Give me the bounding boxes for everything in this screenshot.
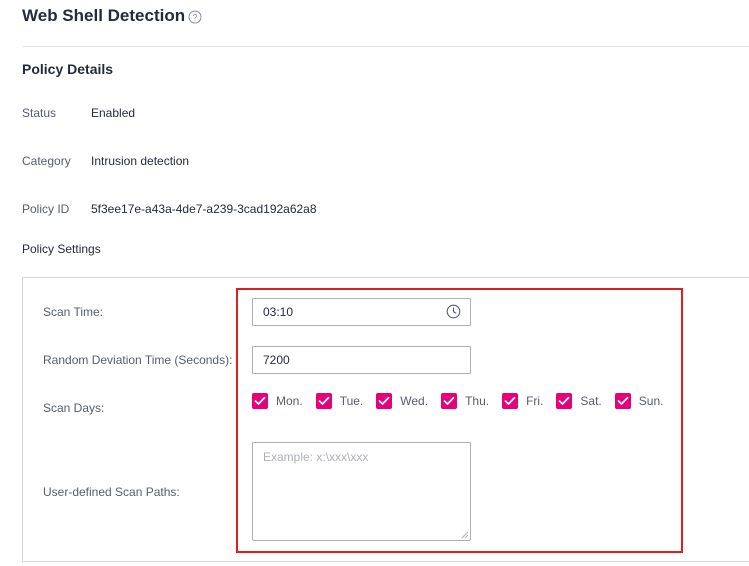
clock-icon[interactable]	[446, 304, 461, 319]
checkmark-icon[interactable]	[502, 393, 519, 409]
day-checkbox-sat[interactable]: Sat.	[556, 393, 602, 409]
day-checkbox-tue[interactable]: Tue.	[315, 393, 364, 409]
policy-id-label: Policy ID	[22, 202, 70, 216]
header-divider	[22, 46, 749, 47]
policy-id-value: 5f3ee17e-a43a-4de7-a239-3cad192a62a8	[91, 202, 317, 216]
day-label-sat: Sat.	[580, 394, 602, 408]
scan-paths-textarea[interactable]	[252, 442, 471, 541]
day-label-thu: Thu.	[465, 394, 490, 408]
checkmark-icon[interactable]	[614, 393, 631, 409]
status-label: Status	[22, 106, 57, 120]
scan-time-label: Scan Time:	[43, 305, 104, 319]
checkmark-icon[interactable]	[252, 393, 268, 409]
day-checkbox-fri[interactable]: Fri.	[502, 393, 543, 409]
day-label-tue: Tue.	[339, 394, 364, 408]
scan-days-label: Scan Days:	[43, 401, 105, 415]
category-label: Category	[22, 154, 71, 168]
page-title: Web Shell Detection	[22, 6, 186, 25]
question-circle-icon[interactable]: ?	[188, 10, 202, 24]
scan-days-group: Mon. Tue. Wed. Thu. Fri. Sat. Sun.	[252, 393, 663, 409]
day-label-mon: Mon.	[276, 394, 303, 408]
day-checkbox-mon[interactable]: Mon.	[252, 393, 303, 409]
day-label-fri: Fri.	[526, 394, 544, 408]
category-value: Intrusion detection	[91, 154, 190, 168]
day-checkbox-sun[interactable]: Sun.	[614, 393, 664, 409]
checkmark-icon[interactable]	[315, 393, 332, 409]
day-label-sun: Sun.	[638, 394, 664, 408]
day-checkbox-wed[interactable]: Wed.	[376, 393, 428, 409]
section-title-policy-settings: Policy Settings	[22, 242, 101, 256]
scan-time-input[interactable]	[252, 298, 471, 326]
day-checkbox-thu[interactable]: Thu.	[441, 393, 489, 409]
scan-paths-label: User-defined Scan Paths:	[43, 485, 180, 499]
checkmark-icon[interactable]	[376, 393, 393, 409]
resize-handle-icon[interactable]	[461, 531, 469, 539]
day-label-wed: Wed.	[400, 394, 429, 408]
status-value: Enabled	[91, 106, 136, 120]
checkmark-icon[interactable]	[441, 393, 458, 409]
random-deviation-label: Random Deviation Time (Seconds):	[43, 353, 233, 367]
section-title-policy-details: Policy Details	[22, 61, 114, 77]
svg-text:?: ?	[192, 13, 197, 23]
random-deviation-input[interactable]	[252, 346, 471, 374]
checkmark-icon[interactable]	[556, 393, 573, 409]
